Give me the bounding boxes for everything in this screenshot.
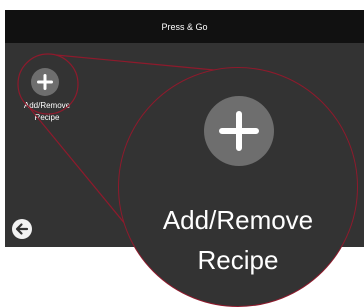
zoomed-add-remove-recipe-button: [204, 96, 274, 166]
zoom-connector-top: [55, 54, 226, 72]
plus-icon: [204, 96, 274, 166]
zoom-callout: Add/Remove Recipe: [118, 67, 358, 307]
zoom-source-ring: [17, 53, 79, 115]
zoomed-add-remove-recipe-label: Add/Remove Recipe: [162, 205, 314, 275]
